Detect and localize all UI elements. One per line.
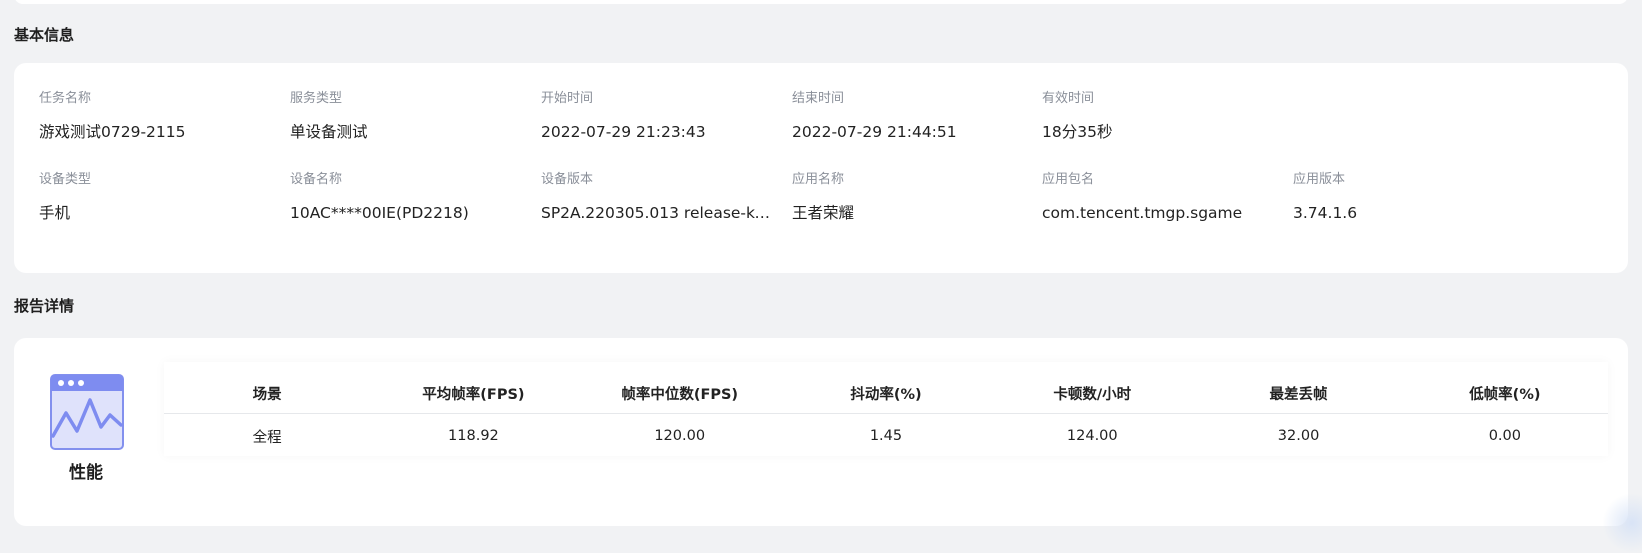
cell-stutters-per-hour: 124.00: [1066, 428, 1118, 444]
device-version-field: 设备版本 SP2A.220305.013 release-keys: [541, 171, 776, 223]
header-avg-fps: 平均帧率(FPS): [370, 362, 577, 414]
header-low-fps-rate: 低帧率(%): [1401, 362, 1608, 414]
performance-table: 场景 平均帧率(FPS) 帧率中位数(FPS) 抖动率(%) 卡顿数/小时 最差…: [164, 362, 1608, 458]
header-jitter-rate: 抖动率(%): [782, 362, 990, 414]
task-name-field: 任务名称 游戏测试0729-2115: [39, 90, 186, 142]
cell-median-fps: 120.00: [654, 428, 706, 444]
app-name-field: 应用名称 王者荣耀: [792, 171, 854, 223]
app-version-field: 应用版本 3.74.1.6: [1293, 171, 1357, 223]
performance-chart-icon: [50, 374, 124, 450]
end-time-value: 2022-07-29 21:44:51: [792, 123, 957, 141]
start-time-value: 2022-07-29 21:23:43: [541, 123, 706, 141]
device-version-value-row: SP2A.220305.013 release-keys: [541, 203, 776, 223]
device-name-field: 设备名称 10AC****00IE(PD2218): [290, 171, 469, 223]
cell-worst-frame-drop: 32.00: [1277, 428, 1320, 444]
app-package-value: com.tencent.tmgp.sgame: [1042, 204, 1243, 222]
start-time-field: 开始时间 2022-07-29 21:23:43: [541, 90, 706, 142]
service-type-label: 服务类型: [290, 91, 343, 106]
task-name-value: 游戏测试0729-2115: [39, 123, 186, 141]
table-header-row: 场景 平均帧率(FPS) 帧率中位数(FPS) 抖动率(%) 卡顿数/小时 最差…: [164, 362, 1608, 414]
device-type-value: 手机: [39, 204, 71, 222]
performance-category[interactable]: 性能: [50, 374, 124, 484]
header-worst-frame-drop: 最差丢帧: [1195, 362, 1402, 414]
device-version-value[interactable]: SP2A.220305.013 release-keys: [541, 203, 776, 223]
device-name-value: 10AC****00IE(PD2218): [290, 204, 469, 222]
device-type-field: 设备类型 手机: [39, 171, 91, 223]
end-time-label: 结束时间: [792, 91, 845, 106]
app-package-field: 应用包名 com.tencent.tmgp.sgame: [1042, 171, 1242, 223]
end-time-field: 结束时间 2022-07-29 21:44:51: [792, 90, 957, 142]
valid-time-field: 有效时间 18分35秒: [1042, 90, 1112, 142]
cell-low-fps-rate: 0.00: [1488, 428, 1521, 444]
basic-info-title: 基本信息: [14, 26, 75, 44]
report-details-card: 性能 场景 平均帧率(FPS) 帧率中位数(FPS) 抖动率(%) 卡顿数/小时…: [14, 338, 1628, 526]
task-name-label: 任务名称: [39, 91, 92, 106]
performance-label: 性能: [69, 463, 103, 483]
start-time-label: 开始时间: [541, 91, 594, 106]
basic-info-card: 任务名称 游戏测试0729-2115 服务类型 单设备测试 开始时间 2022-…: [14, 63, 1628, 273]
service-type-field: 服务类型 单设备测试: [290, 90, 368, 142]
app-name-value: 王者荣耀: [792, 204, 855, 222]
device-version-label: 设备版本: [541, 172, 594, 187]
header-median-fps: 帧率中位数(FPS): [576, 362, 783, 414]
app-name-label: 应用名称: [792, 172, 845, 187]
cell-avg-fps: 118.92: [448, 428, 499, 444]
valid-time-value: 18分35秒: [1042, 123, 1113, 141]
service-type-value: 单设备测试: [290, 123, 368, 141]
device-type-label: 设备类型: [39, 172, 92, 187]
table-row: 全程 118.92 120.00 1.45 124.00 32.00 0.00: [164, 414, 1608, 459]
performance-table-container: 场景 平均帧率(FPS) 帧率中位数(FPS) 抖动率(%) 卡顿数/小时 最差…: [164, 362, 1608, 456]
app-version-label: 应用版本: [1293, 172, 1346, 187]
header-scene: 场景: [164, 362, 371, 414]
previous-card-edge: [14, 0, 1628, 4]
header-stutters-per-hour: 卡顿数/小时: [989, 362, 1196, 414]
device-name-label: 设备名称: [290, 172, 343, 187]
report-details-title: 报告详情: [14, 297, 75, 315]
app-package-label: 应用包名: [1042, 172, 1095, 187]
valid-time-label: 有效时间: [1042, 91, 1095, 106]
cell-scene: 全程: [252, 429, 282, 446]
cell-jitter-rate: 1.45: [869, 428, 903, 444]
app-version-value: 3.74.1.6: [1293, 204, 1358, 222]
